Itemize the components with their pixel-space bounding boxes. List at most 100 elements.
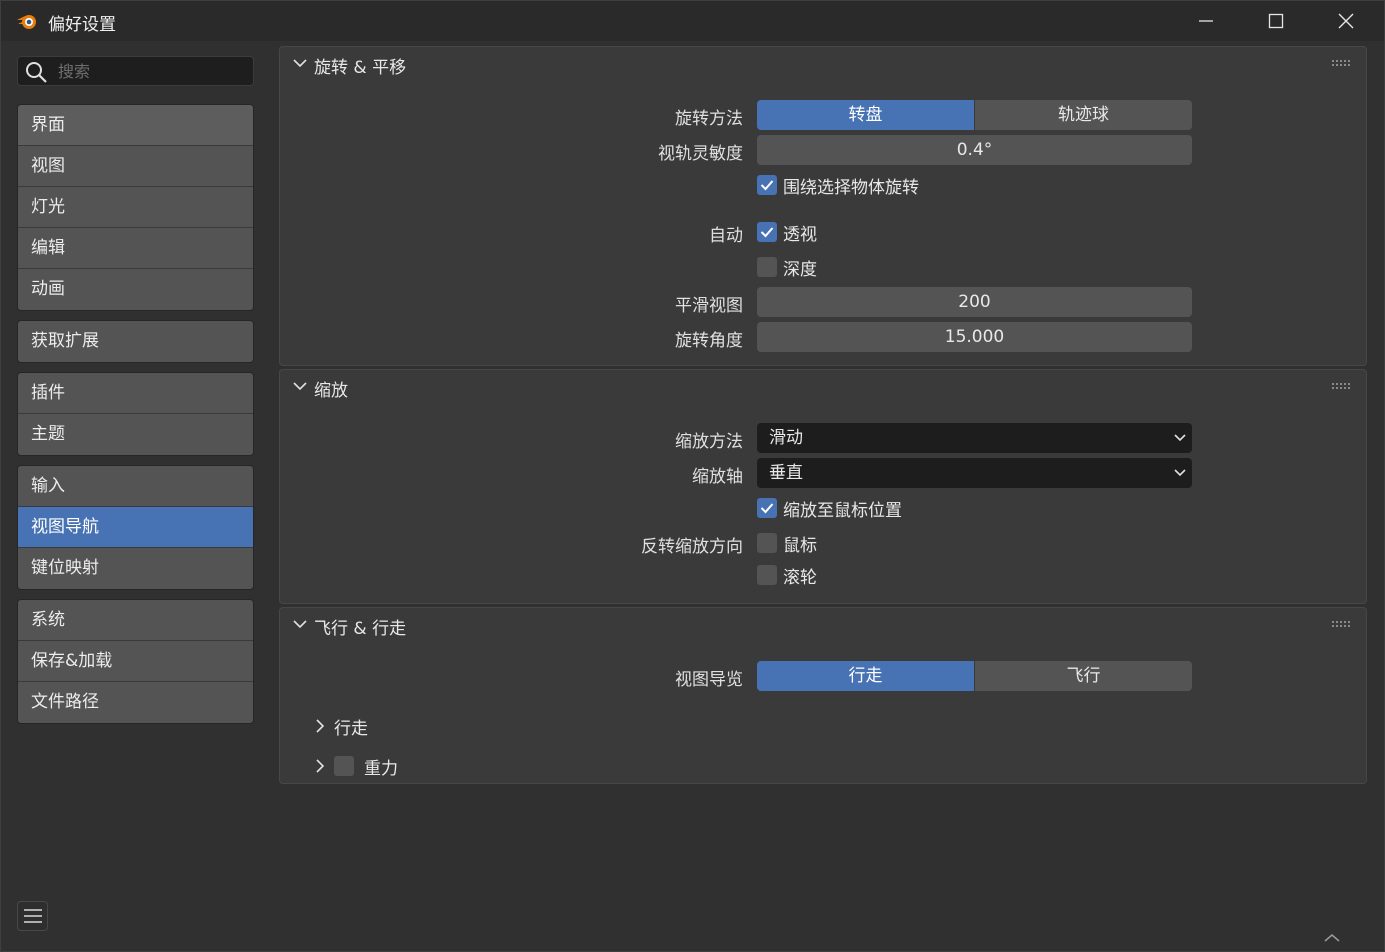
orbit-around-selection-row[interactable]: 围绕选择物体旋转 xyxy=(757,174,919,198)
orbit-method-selector: 转盘 轨迹球 xyxy=(757,100,1192,130)
minimize-button[interactable] xyxy=(1171,1,1241,41)
zoom-method-dropdown[interactable]: 滑动 xyxy=(757,423,1192,453)
orbit-method-label: 旋转方法 xyxy=(675,109,743,129)
walk-subpanel-header[interactable]: 行走 xyxy=(314,714,368,739)
blender-logo-icon xyxy=(17,15,36,29)
smooth-view-label: 平滑视图 xyxy=(675,296,743,316)
auto-label: 自动 xyxy=(709,226,743,246)
auto-perspective-row[interactable]: 透视 xyxy=(757,221,817,245)
chevron-down-icon xyxy=(293,59,307,68)
walk-subpanel-label: 行走 xyxy=(334,718,368,739)
maximize-icon xyxy=(1268,13,1284,29)
minimize-icon xyxy=(1199,20,1213,22)
gravity-label: 重力 xyxy=(364,758,398,779)
orbit-sensitivity-label: 视轨灵敏度 xyxy=(658,144,743,164)
invert-mouse-row[interactable]: 鼠标 xyxy=(757,532,817,556)
view-navigation-label: 视图导览 xyxy=(675,670,743,690)
orbit-sensitivity-field[interactable]: 0.4° xyxy=(757,135,1192,165)
checkmark-icon xyxy=(760,180,774,191)
sidebar-item-themes[interactable]: 主题 xyxy=(18,414,253,455)
title-bar[interactable]: 偏好设置 xyxy=(1,1,1384,41)
sidebar-item-viewport[interactable]: 视图 xyxy=(18,146,253,187)
view-navigation-selector: 行走 飞行 xyxy=(757,661,1192,691)
fly-walk-title: 飞行 & 行走 xyxy=(314,619,407,639)
zoom-axis-value: 垂直 xyxy=(769,463,803,483)
gravity-checkbox[interactable] xyxy=(334,756,354,776)
sidebar-group-addons: 插件 主题 xyxy=(17,372,254,456)
sidebar-group-extensions: 获取扩展 xyxy=(17,320,254,363)
orbit-pan-header[interactable]: 旋转 & 平移 xyxy=(280,47,1366,81)
chevron-down-icon xyxy=(1174,469,1186,477)
rotation-angle-label: 旋转角度 xyxy=(675,331,743,351)
auto-depth-checkbox[interactable] xyxy=(757,257,777,277)
zoom-title: 缩放 xyxy=(314,381,348,401)
orbit-method-turntable[interactable]: 转盘 xyxy=(757,100,975,130)
sidebar-item-interface[interactable]: 界面 xyxy=(18,105,253,146)
search-box[interactable] xyxy=(17,56,254,86)
hamburger-menu-icon xyxy=(23,909,42,923)
auto-depth-row[interactable]: 深度 xyxy=(757,256,817,280)
sidebar-item-system[interactable]: 系统 xyxy=(18,600,253,641)
orbit-around-selection-checkbox[interactable] xyxy=(757,175,777,195)
sidebar-item-editing[interactable]: 编辑 xyxy=(18,228,253,269)
orbit-pan-title: 旋转 & 平移 xyxy=(314,58,407,78)
sidebar-item-navigation[interactable]: 视图导航 xyxy=(18,507,253,548)
chevron-down-icon xyxy=(293,620,307,629)
preferences-menu-button[interactable] xyxy=(17,901,48,931)
invert-wheel-row[interactable]: 滚轮 xyxy=(757,564,817,588)
drag-handle-icon[interactable] xyxy=(1332,383,1352,391)
sidebar-item-file-paths[interactable]: 文件路径 xyxy=(18,682,253,723)
search-icon xyxy=(26,62,47,83)
drag-handle-icon[interactable] xyxy=(1332,621,1352,629)
gravity-subpanel-header[interactable]: 重力 xyxy=(314,754,398,779)
sidebar-item-keymap[interactable]: 键位映射 xyxy=(18,548,253,589)
zoom-method-value: 滑动 xyxy=(769,428,803,448)
sidebar-group-input: 输入 视图导航 键位映射 xyxy=(17,465,254,590)
invert-zoom-label: 反转缩放方向 xyxy=(641,537,743,557)
window-title: 偏好设置 xyxy=(48,15,116,35)
close-button[interactable] xyxy=(1311,1,1381,41)
invert-wheel-label: 滚轮 xyxy=(783,567,817,588)
auto-perspective-label: 透视 xyxy=(783,224,817,245)
sidebar-group-general: 界面 视图 灯光 编辑 动画 xyxy=(17,104,254,311)
auto-depth-label: 深度 xyxy=(783,259,817,280)
rotation-angle-field[interactable]: 15.000 xyxy=(757,322,1192,352)
checkmark-icon xyxy=(760,503,774,514)
maximize-button[interactable] xyxy=(1241,1,1311,41)
scroll-up-icon[interactable] xyxy=(1323,931,1341,943)
zoom-to-mouse-label: 缩放至鼠标位置 xyxy=(783,500,902,521)
close-icon xyxy=(1338,13,1354,29)
sidebar-item-input[interactable]: 输入 xyxy=(18,466,253,507)
zoom-axis-dropdown[interactable]: 垂直 xyxy=(757,458,1192,488)
preferences-window: 偏好设置 界面 视图 灯光 编辑 动画 获取扩展 插件 主题 输入 视图导航 xyxy=(0,0,1385,952)
chevron-down-icon xyxy=(1174,434,1186,442)
checkmark-icon xyxy=(760,227,774,238)
auto-perspective-checkbox[interactable] xyxy=(757,222,777,242)
sidebar-item-lights[interactable]: 灯光 xyxy=(18,187,253,228)
zoom-to-mouse-checkbox[interactable] xyxy=(757,498,777,518)
chevron-right-icon xyxy=(316,719,325,733)
smooth-view-field[interactable]: 200 xyxy=(757,287,1192,317)
sidebar-group-system: 系统 保存&加载 文件路径 xyxy=(17,599,254,724)
zoom-axis-label: 缩放轴 xyxy=(692,467,743,487)
fly-walk-panel: 飞行 & 行走 视图导览 行走 飞行 行走 重力 xyxy=(279,607,1367,784)
view-navigation-walk[interactable]: 行走 xyxy=(757,661,975,691)
sidebar-item-addons[interactable]: 插件 xyxy=(18,373,253,414)
orbit-method-trackball[interactable]: 轨迹球 xyxy=(975,100,1192,130)
drag-handle-icon[interactable] xyxy=(1332,60,1352,68)
invert-mouse-checkbox[interactable] xyxy=(757,533,777,553)
invert-wheel-checkbox[interactable] xyxy=(757,565,777,585)
chevron-right-icon xyxy=(316,759,325,773)
zoom-to-mouse-row[interactable]: 缩放至鼠标位置 xyxy=(757,497,902,521)
sidebar-item-save-load[interactable]: 保存&加载 xyxy=(18,641,253,682)
fly-walk-header[interactable]: 飞行 & 行走 xyxy=(280,608,1366,642)
view-navigation-fly[interactable]: 飞行 xyxy=(975,661,1192,691)
orbit-around-selection-label: 围绕选择物体旋转 xyxy=(783,177,919,198)
invert-mouse-label: 鼠标 xyxy=(783,535,817,556)
sidebar-item-get-extensions[interactable]: 获取扩展 xyxy=(18,321,253,362)
orbit-pan-panel: 旋转 & 平移 旋转方法 转盘 轨迹球 视轨灵敏度 0.4° 围绕选择物体旋转 … xyxy=(279,46,1367,366)
zoom-header[interactable]: 缩放 xyxy=(280,370,1366,404)
search-input[interactable] xyxy=(58,60,248,82)
sidebar-item-animation[interactable]: 动画 xyxy=(18,269,253,310)
chevron-down-icon xyxy=(293,382,307,391)
